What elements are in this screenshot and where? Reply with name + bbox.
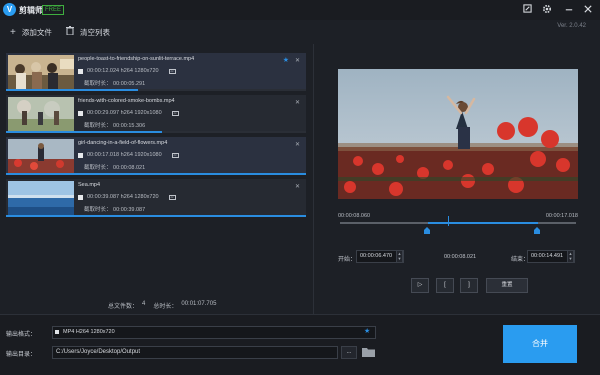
close-icon[interactable]	[582, 4, 594, 16]
duration-value: 00:00:15.306	[113, 123, 146, 129]
trash-icon	[66, 26, 74, 38]
checkbox-icon[interactable]	[78, 152, 83, 158]
minimize-icon[interactable]	[563, 4, 575, 16]
thumbnail-smoke	[8, 97, 74, 131]
remove-icon[interactable]: ✕	[295, 99, 300, 106]
subtitle-icon: cc	[168, 194, 176, 200]
format-checkbox-icon	[55, 330, 59, 334]
duration-value: 00:00:39.087	[113, 207, 146, 213]
file-info-row: 00:00:12.024 h264 1280x720 cc	[78, 68, 176, 74]
duration-row: 截取时长： 00:00:15.306	[84, 121, 145, 129]
output-dir-input[interactable]: C:/Users/Joyce/Desktop/Output	[52, 346, 338, 359]
remove-icon[interactable]: ✕	[295, 57, 300, 64]
output-format-label: 输出格式：	[6, 332, 37, 338]
timeline-start-time: 00:00:08.060	[338, 213, 371, 219]
duration-label: 截取时长：	[84, 165, 112, 171]
output-dir-label: 输出目录：	[6, 352, 37, 358]
progress-bar	[6, 131, 162, 133]
minimize-icon-glyph	[565, 9, 573, 11]
app-title: 剪辑师	[19, 6, 43, 15]
duration-value: 00:00:08.021	[113, 165, 146, 171]
file-list-panel: people-toast-to-friendship-on-sunlit-ter…	[0, 44, 314, 314]
end-spinner[interactable]: ▲ ▼	[567, 250, 574, 263]
file-info-row: 00:00:39.087 h264 1280x720 cc	[78, 194, 176, 200]
subtitle-icon: cc	[168, 68, 176, 74]
file-item-1[interactable]: people-toast-to-friendship-on-sunlit-ter…	[6, 53, 306, 91]
app-logo: V	[3, 3, 16, 16]
file-count-label: 总文件数：	[108, 304, 139, 310]
file-item-4[interactable]: Sea.mp4 00:00:39.087 h264 1280x720 cc 截取时…	[6, 179, 306, 217]
file-info-row: 00:00:29.097 h264 1920x1080 cc	[78, 110, 179, 116]
timeline-end-time: 00:00:17.018	[545, 213, 578, 219]
checkbox-icon[interactable]	[78, 68, 83, 74]
close-icon-glyph	[584, 5, 592, 13]
total-duration: 00:01:07.705	[181, 301, 217, 307]
video-preview[interactable]	[338, 69, 578, 199]
file-count: 4	[142, 301, 146, 307]
duration-row: 截取时长： 00:00:08.021	[84, 163, 145, 171]
subtitle-icon: cc	[171, 110, 179, 116]
progress-bar	[6, 89, 138, 91]
title-bar	[0, 0, 600, 20]
remove-icon[interactable]: ✕	[295, 141, 300, 148]
subtitle-icon: cc	[171, 152, 179, 158]
add-file-label: 添加文件	[21, 27, 52, 37]
gear-icon[interactable]	[541, 4, 553, 16]
start-label: 开始：	[338, 257, 357, 263]
total-duration-label: 总时长：	[153, 304, 178, 310]
duration-value: 00:00:05.291	[113, 81, 146, 87]
thumbnail-terrace	[8, 55, 74, 89]
remove-icon[interactable]: ✕	[295, 183, 300, 190]
file-info-row: 00:00:17.018 h264 1920x1080 cc	[78, 152, 179, 158]
folder-icon[interactable]	[362, 347, 375, 357]
file-name: people-toast-to-friendship-on-sunlit-ter…	[78, 56, 195, 62]
progress-bar	[6, 215, 306, 217]
checkbox-icon[interactable]	[78, 110, 83, 116]
file-info: 00:00:12.024 h264 1280x720	[87, 68, 159, 74]
play-button[interactable]: ▷	[411, 278, 429, 293]
duration-row: 截取时长： 00:00:05.291	[84, 79, 145, 87]
start-marker-icon[interactable]	[424, 227, 430, 234]
duration-row: 截取时长： 00:00:39.087	[84, 205, 145, 213]
mark-out-button[interactable]: ]	[460, 278, 478, 293]
file-item-2[interactable]: friends-with-colored-smoke-bombs.mp4 00:…	[6, 95, 306, 133]
merge-button[interactable]: 合并	[503, 325, 577, 363]
clear-list-label: 清空列表	[80, 27, 110, 37]
mark-in-button[interactable]: [	[436, 278, 454, 293]
progress-bar	[6, 173, 306, 175]
file-name: Sea.mp4	[78, 182, 101, 188]
feedback-icon[interactable]	[521, 4, 533, 16]
clear-list-button[interactable]: 清空列表	[66, 25, 110, 39]
free-badge: FREE	[42, 5, 65, 15]
star-icon[interactable]: ★	[364, 327, 370, 335]
duration-label: 截取时长：	[84, 123, 112, 129]
file-info: 00:00:17.018 h264 1920x1080	[87, 152, 162, 158]
add-file-button[interactable]: + 添加文件	[10, 25, 52, 39]
star-icon[interactable]: ★	[283, 56, 289, 64]
file-info: 00:00:39.087 h264 1280x720	[87, 194, 159, 200]
thumbnail-sea	[8, 181, 74, 215]
gear-icon-glyph	[542, 4, 552, 14]
thumbnail-flowers	[8, 139, 74, 173]
feedback-icon-glyph	[522, 4, 532, 13]
output-format-select[interactable]: MP4 H264 1280x720	[52, 326, 376, 339]
clip-duration: 00:00:08.021	[444, 254, 477, 260]
file-item-3[interactable]: girl-dancing-in-a-field-of-flowers.mp4 0…	[6, 137, 306, 175]
file-name: girl-dancing-in-a-field-of-flowers.mp4	[78, 140, 168, 146]
duration-label: 截取时长：	[84, 207, 112, 213]
file-name: friends-with-colored-smoke-bombs.mp4	[78, 98, 175, 104]
timeline-selection	[428, 222, 538, 224]
browse-button[interactable]: ...	[341, 346, 357, 359]
reset-button[interactable]: 重置	[486, 278, 528, 293]
playhead[interactable]	[448, 216, 449, 226]
checkbox-icon[interactable]	[78, 194, 83, 200]
plus-icon: +	[10, 26, 16, 38]
duration-label: 截取时长：	[84, 81, 112, 87]
list-summary: 总文件数： 4 总时长： 00:01:07.705	[108, 301, 216, 310]
end-marker-icon[interactable]	[534, 227, 540, 234]
file-info: 00:00:29.097 h264 1920x1080	[87, 110, 162, 116]
start-spinner[interactable]: ▲ ▼	[396, 250, 403, 263]
version-label: Ver. 2.0.42	[557, 23, 586, 29]
